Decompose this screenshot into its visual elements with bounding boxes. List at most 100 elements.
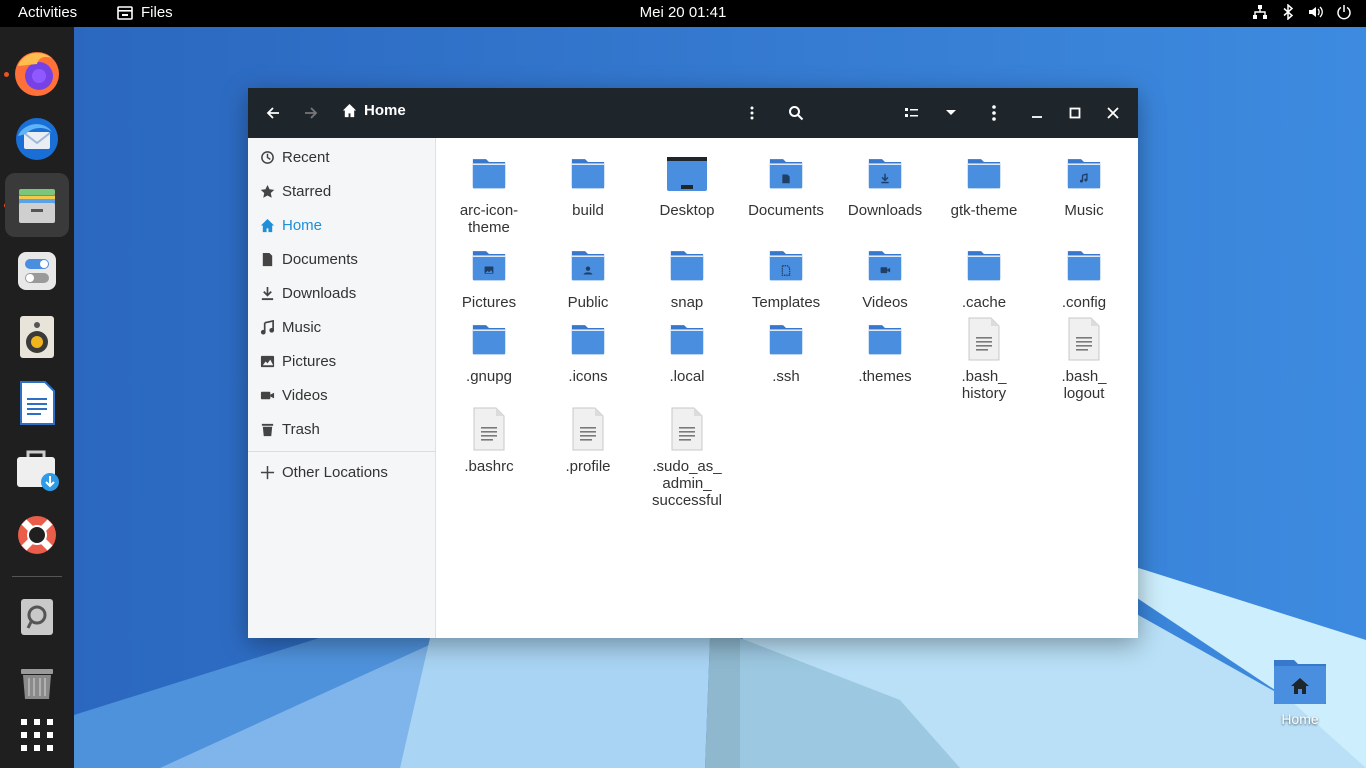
- view-toggle-button[interactable]: [897, 98, 927, 128]
- file-name: logout: [1063, 385, 1105, 402]
- file-name: .profile: [565, 458, 611, 475]
- desktop-home-icon[interactable]: Home: [1266, 654, 1334, 727]
- home-icon: [342, 103, 357, 118]
- sidebar-item-downloads[interactable]: Downloads: [260, 281, 356, 305]
- sidebar-item-home[interactable]: Home: [260, 213, 322, 237]
- search-button[interactable]: [781, 98, 811, 128]
- folder-folder-icon: [540, 149, 636, 197]
- trash-icon: [261, 423, 274, 436]
- folder-item[interactable]: .local: [639, 315, 735, 385]
- arrow-left-icon: [266, 107, 279, 119]
- folder-item[interactable]: .themes: [837, 315, 933, 385]
- file-item[interactable]: .sudo_as_ admin_ successful: [639, 405, 735, 509]
- file-view[interactable]: arc-icon-theme build Desktop Documents Downl…: [437, 138, 1138, 638]
- document-writer-icon: [20, 381, 55, 425]
- folder-item[interactable]: .gnupg: [441, 315, 537, 385]
- dock-help[interactable]: [5, 503, 69, 567]
- forward-button[interactable]: [296, 98, 326, 128]
- activities-button[interactable]: Activities: [18, 4, 77, 21]
- close-button[interactable]: [1098, 98, 1128, 128]
- file-name: .bash_: [961, 368, 1007, 385]
- clock[interactable]: Mei 20 01:41: [640, 4, 727, 21]
- file-item[interactable]: .bash_ logout: [1036, 315, 1132, 402]
- folder-item[interactable]: gtk-theme: [936, 149, 1032, 219]
- file-name: .bash_: [1061, 368, 1107, 385]
- folder-item[interactable]: Public: [540, 241, 636, 311]
- sidebar-item-label: Starred: [282, 182, 332, 200]
- file-item[interactable]: .bash_ history: [936, 315, 1032, 402]
- folder-item[interactable]: arc-icon-theme: [441, 149, 537, 236]
- app-menu[interactable]: Files: [117, 4, 173, 21]
- screenshot-icon: [21, 599, 53, 635]
- file-name: Templates: [751, 294, 821, 311]
- clock-icon: [261, 150, 274, 164]
- bluetooth-icon[interactable]: [1280, 4, 1296, 20]
- sidebar-item-label: Videos: [282, 386, 328, 404]
- sidebar-item-trash[interactable]: Trash: [260, 417, 320, 441]
- files-app-icon: [117, 5, 133, 20]
- path-label: Home: [364, 102, 406, 119]
- file-name: arc-icon-: [459, 202, 519, 219]
- path-bar-home[interactable]: Home: [342, 102, 406, 119]
- maximize-button[interactable]: [1060, 98, 1090, 128]
- file-name: successful: [651, 492, 723, 509]
- folder-item[interactable]: build: [540, 149, 636, 219]
- network-icon[interactable]: [1252, 4, 1268, 20]
- text-file-icon: [441, 405, 537, 453]
- view-options-button[interactable]: [936, 98, 966, 128]
- dock-firefox[interactable]: [5, 41, 69, 105]
- sidebar-item-label: Recent: [282, 148, 330, 166]
- files-window: Home Recent Starred Home Documents Downl…: [248, 88, 1138, 638]
- text-file-icon: [936, 315, 1032, 363]
- folder-item[interactable]: .config: [1036, 241, 1132, 311]
- folder-item[interactable]: Documents: [738, 149, 834, 219]
- show-applications-button[interactable]: [5, 703, 69, 767]
- sidebar-item-pictures[interactable]: Pictures: [260, 349, 336, 373]
- dock-settings[interactable]: [5, 239, 69, 303]
- sidebar-item-label: Home: [282, 216, 323, 234]
- search-icon: [789, 106, 804, 121]
- back-button[interactable]: [258, 98, 288, 128]
- documents-folder-icon: [738, 149, 834, 197]
- sidebar-item-recent[interactable]: Recent: [260, 145, 330, 169]
- file-item[interactable]: .profile: [540, 405, 636, 475]
- folder-item[interactable]: Music: [1036, 149, 1132, 219]
- settings-icon: [18, 252, 56, 290]
- folder-item[interactable]: snap: [639, 241, 735, 311]
- system-tray[interactable]: [1252, 4, 1352, 20]
- dock-software[interactable]: [5, 437, 69, 501]
- dock-screenshot[interactable]: [5, 585, 69, 649]
- path-menu-button[interactable]: [737, 98, 767, 128]
- star-icon: [260, 184, 275, 198]
- sidebar-item-documents[interactable]: Documents: [260, 247, 358, 271]
- file-name: Public: [567, 294, 609, 311]
- dock-writer[interactable]: [5, 371, 69, 435]
- dock-files[interactable]: [5, 173, 69, 237]
- folder-item[interactable]: .ssh: [738, 315, 834, 385]
- speaker-icon: [20, 316, 54, 358]
- minimize-button[interactable]: [1022, 98, 1052, 128]
- folder-item[interactable]: Desktop: [639, 149, 735, 219]
- thunderbird-icon: [16, 118, 58, 160]
- main-menu-button[interactable]: [979, 98, 1009, 128]
- power-icon[interactable]: [1336, 4, 1352, 20]
- volume-icon[interactable]: [1308, 4, 1324, 20]
- sidebar-item-starred[interactable]: Starred: [260, 179, 331, 203]
- music-folder-icon: [1036, 149, 1132, 197]
- folder-item[interactable]: Downloads: [837, 149, 933, 219]
- dock-rhythmbox[interactable]: [5, 305, 69, 369]
- sidebar-item-videos[interactable]: Videos: [260, 383, 328, 407]
- dock-thunderbird[interactable]: [5, 107, 69, 171]
- file-name: admin_: [662, 475, 712, 492]
- download-icon: [261, 286, 274, 300]
- file-name: theme: [468, 219, 510, 236]
- file-name: .cache: [961, 294, 1007, 311]
- folder-item[interactable]: Templates: [738, 241, 834, 311]
- file-item[interactable]: .bashrc: [441, 405, 537, 475]
- sidebar-item-other-locations[interactable]: Other Locations: [260, 460, 388, 484]
- folder-item[interactable]: .icons: [540, 315, 636, 385]
- folder-item[interactable]: Videos: [837, 241, 933, 311]
- folder-item[interactable]: Pictures: [441, 241, 537, 311]
- folder-item[interactable]: .cache: [936, 241, 1032, 311]
- sidebar-item-music[interactable]: Music: [260, 315, 321, 339]
